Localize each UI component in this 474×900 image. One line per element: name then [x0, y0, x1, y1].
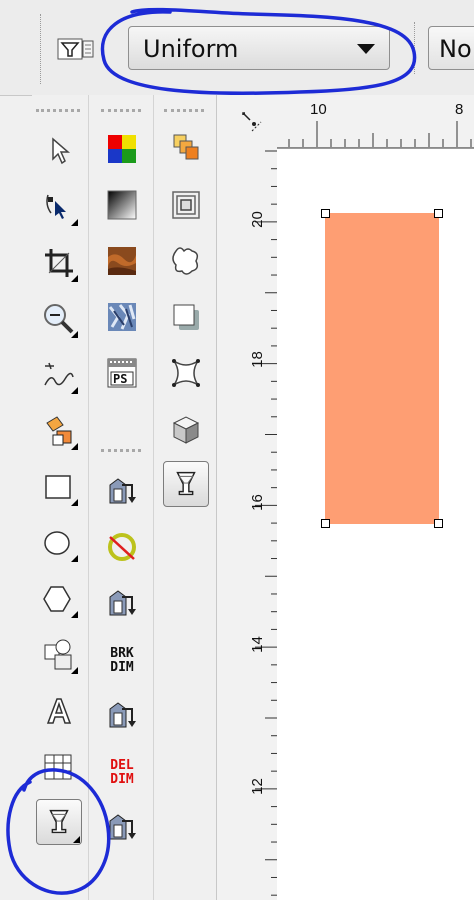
smart-fill-tool-icon[interactable]	[39, 411, 79, 451]
ruler-label-v-14: 14	[248, 636, 266, 653]
drop-shadow-tool-icon[interactable]	[166, 297, 206, 337]
table-tool-icon[interactable]	[39, 747, 79, 787]
contour-tool-icon[interactable]	[166, 185, 206, 225]
blend-tool-icon[interactable]	[166, 129, 206, 169]
fill-and-macro-toolbar: PS BRK DIM DEL DIM	[89, 95, 154, 900]
macro-run-icon[interactable]	[102, 807, 142, 847]
toolbar-grip[interactable]	[40, 14, 43, 84]
shape-tool-icon[interactable]	[39, 187, 79, 227]
fill-type-icon	[56, 32, 96, 68]
selection-handle-bottom-left[interactable]	[321, 519, 330, 528]
toolbar-grip[interactable]	[101, 449, 141, 456]
delete-dim-line1: DEL	[110, 758, 134, 773]
toolbar-grip[interactable]	[101, 109, 141, 116]
uniform-fill-icon[interactable]	[102, 129, 142, 169]
selection-handle-top-right[interactable]	[434, 209, 443, 218]
envelope-tool-icon[interactable]	[166, 353, 206, 393]
toolbar-separator	[414, 22, 417, 74]
toolbox	[32, 95, 89, 900]
fill-option-value: No	[439, 35, 472, 63]
extrude-tool-icon[interactable]	[166, 409, 206, 449]
postscript-fill-icon[interactable]: PS	[102, 353, 142, 393]
ruler-label-v-20: 20	[248, 211, 266, 228]
texture-fill-icon[interactable]	[102, 241, 142, 281]
fill-type-value: Uniform	[143, 35, 239, 63]
zoom-tool-icon[interactable]	[39, 299, 79, 339]
svg-text:PS: PS	[113, 372, 127, 386]
fill-option-dropdown[interactable]: No	[428, 26, 474, 70]
bitmap-pattern-fill-icon[interactable]	[102, 297, 142, 337]
toolbox-grip[interactable]	[36, 109, 80, 116]
basic-shapes-tool-icon[interactable]	[39, 635, 79, 675]
break-dim-line2: DIM	[110, 660, 134, 675]
macro-run-icon[interactable]	[102, 471, 142, 511]
selection-handle-bottom-right[interactable]	[434, 519, 443, 528]
delete-dimension-button[interactable]: DEL DIM	[102, 751, 142, 791]
macro-run-icon[interactable]	[102, 695, 142, 735]
page-border	[277, 148, 474, 149]
flyout-grip[interactable]	[164, 109, 204, 116]
macro-run-icon[interactable]	[102, 583, 142, 623]
ruler-label-h-8: 8	[455, 101, 464, 118]
vertical-ruler[interactable]: 20 18 16 14 12	[217, 147, 278, 900]
ruler-label-v-12: 12	[248, 778, 266, 795]
transparency-tool-icon[interactable]	[163, 461, 209, 507]
ruler-label-v-16: 16	[248, 494, 266, 511]
selected-rectangle[interactable]	[325, 213, 439, 524]
polygon-tool-icon[interactable]	[39, 579, 79, 619]
break-dim-line1: BRK	[110, 646, 134, 661]
fill-type-dropdown[interactable]: Uniform	[128, 26, 390, 70]
crop-tool-icon[interactable]	[39, 243, 79, 283]
ruler-label-v-18: 18	[248, 351, 266, 368]
break-dimension-button[interactable]: BRK DIM	[102, 639, 142, 679]
rectangle-tool-icon[interactable]	[39, 467, 79, 507]
delete-dim-line2: DIM	[110, 772, 134, 787]
text-tool-icon[interactable]	[39, 691, 79, 731]
distort-tool-icon[interactable]	[166, 241, 206, 281]
freehand-tool-icon[interactable]	[39, 355, 79, 395]
chevron-down-icon	[357, 44, 375, 54]
pick-tool-icon[interactable]	[39, 131, 79, 171]
selection-handle-top-left[interactable]	[321, 209, 330, 218]
no-fill-icon[interactable]	[102, 527, 142, 567]
horizontal-ruler[interactable]: 10 8	[217, 95, 474, 148]
ruler-origin-icon[interactable]	[241, 111, 263, 133]
effects-flyout	[154, 95, 217, 900]
ellipse-tool-icon[interactable]	[39, 523, 79, 563]
fountain-fill-icon[interactable]	[102, 185, 142, 225]
ruler-label-h-10: 10	[310, 101, 327, 118]
interactive-fill-tool-icon[interactable]	[36, 799, 82, 845]
